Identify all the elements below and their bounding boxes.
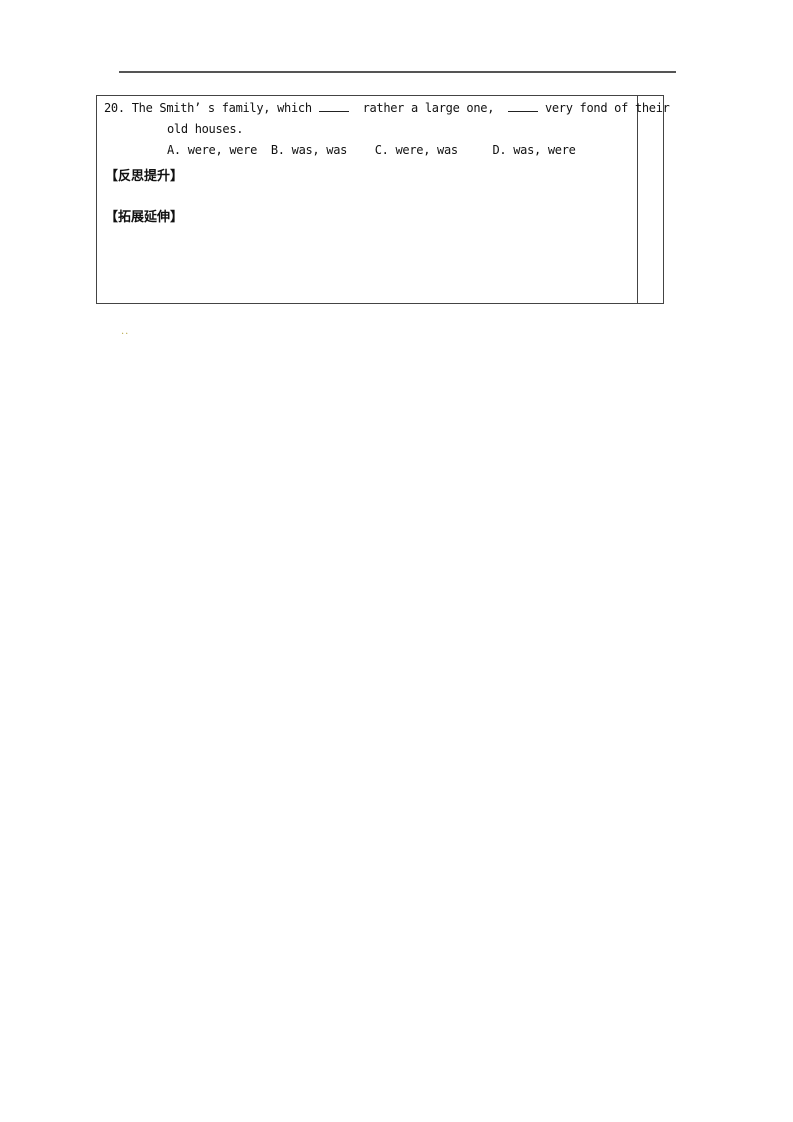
question-text-part2: rather a large one, — [362, 101, 495, 115]
reflection-heading: 【反思提升】 — [105, 169, 184, 184]
question-line-1: 20. The Smith’ s family, which rather a … — [104, 101, 670, 115]
header-rule — [119, 71, 676, 73]
answer-blank-1 — [318, 101, 349, 112]
worksheet-table: 20. The Smith’ s family, which rather a … — [96, 95, 670, 304]
answer-options: A. were, were B. was, was C. were, was D… — [167, 143, 576, 157]
question-text-part3: very fond of their — [544, 101, 670, 115]
side-column-divider — [637, 96, 638, 303]
question-number: 20. — [104, 101, 125, 115]
extension-heading: 【拓展延伸】 — [105, 210, 184, 225]
question-text-part1: The Smith’ s family, which — [131, 101, 312, 115]
question-line-2: old houses. — [167, 122, 244, 136]
footer-mark: .. — [121, 326, 130, 337]
answer-blank-2 — [508, 101, 538, 112]
